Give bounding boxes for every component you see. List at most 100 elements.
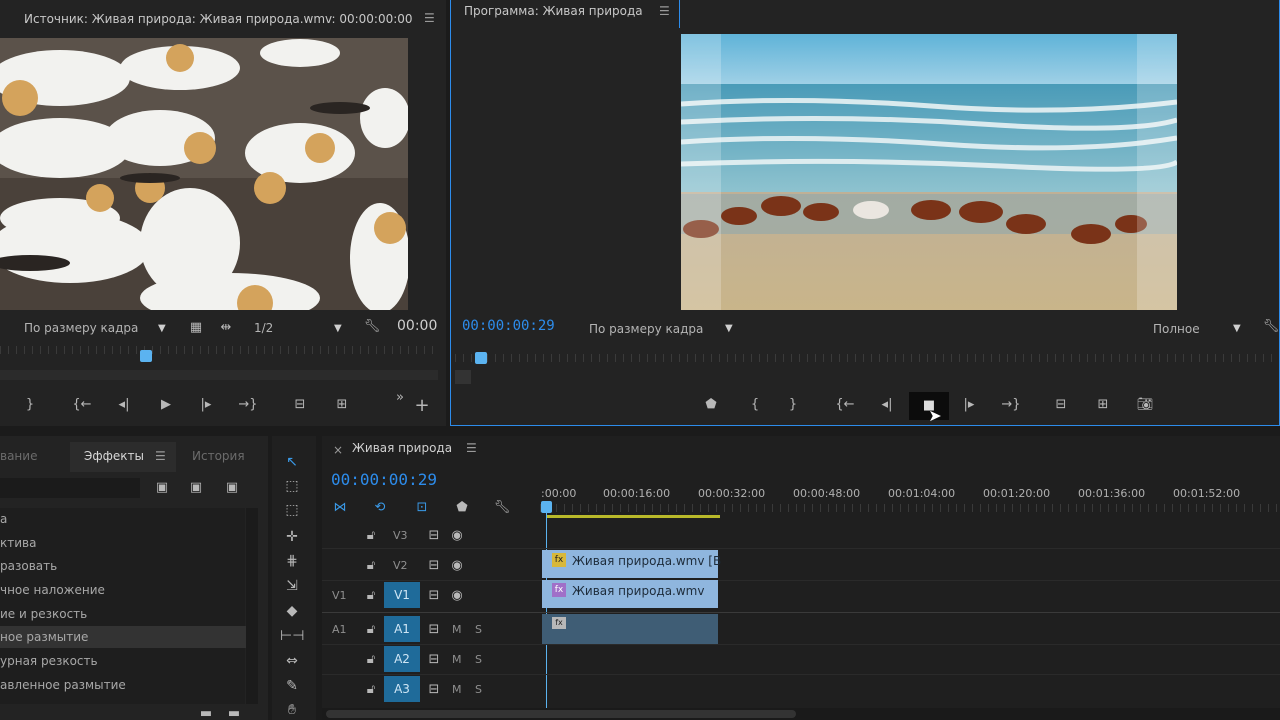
program-fit-dropdown[interactable]: По размеру кадра <box>589 322 703 336</box>
track-select-backward-icon[interactable]: ⬚ <box>280 500 304 520</box>
track-select-tool-icon[interactable]: ⬚ <box>280 476 304 496</box>
timeline-menu-icon[interactable]: ☰ <box>466 441 477 455</box>
slide-tool-icon[interactable]: ⇔ <box>280 651 304 671</box>
solo-toggle[interactable]: S <box>475 623 482 636</box>
snap-icon[interactable]: ⋈ <box>330 498 350 518</box>
ripple-edit-tool-icon[interactable]: ✛ <box>280 527 304 547</box>
effects-search-input[interactable] <box>0 478 140 498</box>
program-ruler[interactable] <box>455 354 1279 362</box>
wrench-icon[interactable]: 🔧︎ <box>362 317 382 337</box>
effects-menu-icon[interactable]: ☰ <box>155 449 166 463</box>
list-item[interactable]: а <box>0 508 255 530</box>
program-playhead[interactable] <box>475 352 487 364</box>
mute-toggle[interactable]: M <box>452 623 462 636</box>
tab-history[interactable]: История <box>192 449 245 463</box>
source-resolution[interactable]: 1/2 <box>254 321 273 335</box>
program-wrench-icon[interactable]: 🔧︎ <box>1261 317 1279 337</box>
hand-tool-icon[interactable]: ✋︎ <box>280 700 304 720</box>
go-to-out-icon[interactable]: →} <box>238 395 258 415</box>
source-scroll[interactable] <box>0 370 438 380</box>
sync-lock-icon[interactable]: ⊟ <box>424 680 444 700</box>
go-to-in-icon[interactable]: {← <box>72 395 92 415</box>
sync-lock-icon[interactable]: ⊟ <box>424 556 444 576</box>
mark-out-icon-program[interactable]: } <box>783 395 803 415</box>
step-back-icon-program[interactable]: ◂| <box>877 395 897 415</box>
program-fit-chevron-icon[interactable]: ▼ <box>725 323 733 334</box>
source-ruler[interactable] <box>0 346 438 354</box>
timeline-scroll-thumb[interactable] <box>326 710 796 718</box>
list-item[interactable]: ктива <box>0 532 255 554</box>
list-item[interactable]: ие и резкость <box>0 603 255 625</box>
program-quality-chevron-icon[interactable]: ▼ <box>1233 323 1241 334</box>
source-res-chevron-icon[interactable]: ▼ <box>334 323 342 334</box>
tab-media[interactable]: ваниe <box>0 449 37 463</box>
mark-in-icon[interactable]: { <box>745 395 765 415</box>
step-forward-icon[interactable]: |▸ <box>196 395 216 415</box>
lift-icon[interactable]: ⊟ <box>1051 395 1071 415</box>
new-folder-icon[interactable]: ▬ <box>196 704 216 720</box>
slip-tool-icon[interactable]: ⊢⊣ <box>280 626 304 646</box>
timeline-ruler[interactable] <box>540 504 1280 512</box>
timeline-timecode[interactable]: 00:00:00:29 <box>331 470 437 489</box>
lock-icon[interactable]: 🔓︎ <box>361 620 381 640</box>
list-item[interactable]: авленное размытие <box>0 674 255 696</box>
effects-scrollbar[interactable] <box>246 508 258 704</box>
timeline-tab[interactable]: Живая природа <box>352 441 452 455</box>
clip-v2[interactable]: fx Живая природа.wmv [В <box>542 550 721 578</box>
extract-icon[interactable]: ⊞ <box>1093 395 1113 415</box>
yuv-effects-icon[interactable]: ▣ <box>222 478 242 498</box>
rate-stretch-tool-icon[interactable]: ⇲ <box>280 576 304 596</box>
program-timecode[interactable]: 00:00:00:29 <box>462 318 555 334</box>
delete-icon[interactable]: ▬ <box>224 704 244 720</box>
lock-icon[interactable]: 🔓︎ <box>361 680 381 700</box>
lock-icon[interactable]: 🔓︎ <box>361 526 381 546</box>
add-button-icon[interactable]: + <box>412 396 432 416</box>
mark-out-icon[interactable]: } <box>20 395 40 415</box>
source-fit-dropdown[interactable]: По размеру кадра <box>24 321 138 335</box>
safe-margins-icon[interactable]: ▦ <box>186 318 206 338</box>
add-marker-timeline-icon[interactable]: ⊡ <box>412 498 432 518</box>
more-icon[interactable]: » <box>390 388 410 408</box>
32bit-effects-icon[interactable]: ▣ <box>186 478 206 498</box>
razor-tool-icon[interactable]: ◆ <box>280 601 304 621</box>
program-quality-dropdown[interactable]: Полное <box>1153 322 1200 336</box>
track-v1-target[interactable]: V1 <box>384 582 420 608</box>
solo-toggle[interactable]: S <box>475 683 482 696</box>
sync-lock-icon[interactable]: ⊟ <box>424 526 444 546</box>
eye-icon[interactable]: ◉ <box>447 586 467 606</box>
lock-icon[interactable]: 🔓︎ <box>361 650 381 670</box>
play-icon[interactable]: ▶ <box>156 395 176 415</box>
lock-icon[interactable]: 🔓︎ <box>361 556 381 576</box>
sync-lock-icon[interactable]: ⊟ <box>424 620 444 640</box>
clip-v1[interactable]: fx Живая природа.wmv <box>542 580 718 608</box>
go-to-in-icon-program[interactable]: {← <box>835 395 855 415</box>
eye-icon[interactable]: ◉ <box>447 556 467 576</box>
marker-icon[interactable]: ⬟ <box>452 498 472 518</box>
clip-a1[interactable]: fx <box>542 614 718 644</box>
step-back-icon[interactable]: ◂| <box>114 395 134 415</box>
list-item-selected[interactable]: ное размытие <box>0 626 255 648</box>
program-scroll-handle[interactable] <box>455 370 471 384</box>
pen-tool-icon[interactable]: ✎ <box>280 676 304 696</box>
source-playhead[interactable] <box>140 350 152 362</box>
tab-effects[interactable]: Эффекты <box>84 449 144 463</box>
rolling-edit-tool-icon[interactable]: ⋕ <box>280 551 304 571</box>
insert-marks-icon[interactable]: ⇹ <box>216 318 236 338</box>
solo-toggle[interactable]: S <box>475 653 482 666</box>
camera-icon[interactable]: 📷︎ <box>1135 395 1155 415</box>
timeline-close-icon[interactable]: × <box>333 443 343 457</box>
source-fit-chevron-icon[interactable]: ▼ <box>158 323 166 334</box>
program-menu-icon[interactable]: ☰ <box>659 4 670 18</box>
mute-toggle[interactable]: M <box>452 683 462 696</box>
source-menu-icon[interactable]: ☰ <box>424 11 435 25</box>
lock-icon[interactable]: 🔓︎ <box>361 586 381 606</box>
track-a2-target[interactable]: A2 <box>384 646 420 672</box>
list-item[interactable]: чное наложение <box>0 579 255 601</box>
track-a3-target[interactable]: A3 <box>384 676 420 702</box>
track-a1-target[interactable]: A1 <box>384 616 420 642</box>
linked-selection-icon[interactable]: ⟲ <box>370 498 390 518</box>
accelerated-effects-icon[interactable]: ▣ <box>152 478 172 498</box>
sync-lock-icon[interactable]: ⊟ <box>424 586 444 606</box>
timeline-settings-icon[interactable]: 🔧︎ <box>492 498 512 518</box>
insert-icon[interactable]: ⊟ <box>290 395 310 415</box>
